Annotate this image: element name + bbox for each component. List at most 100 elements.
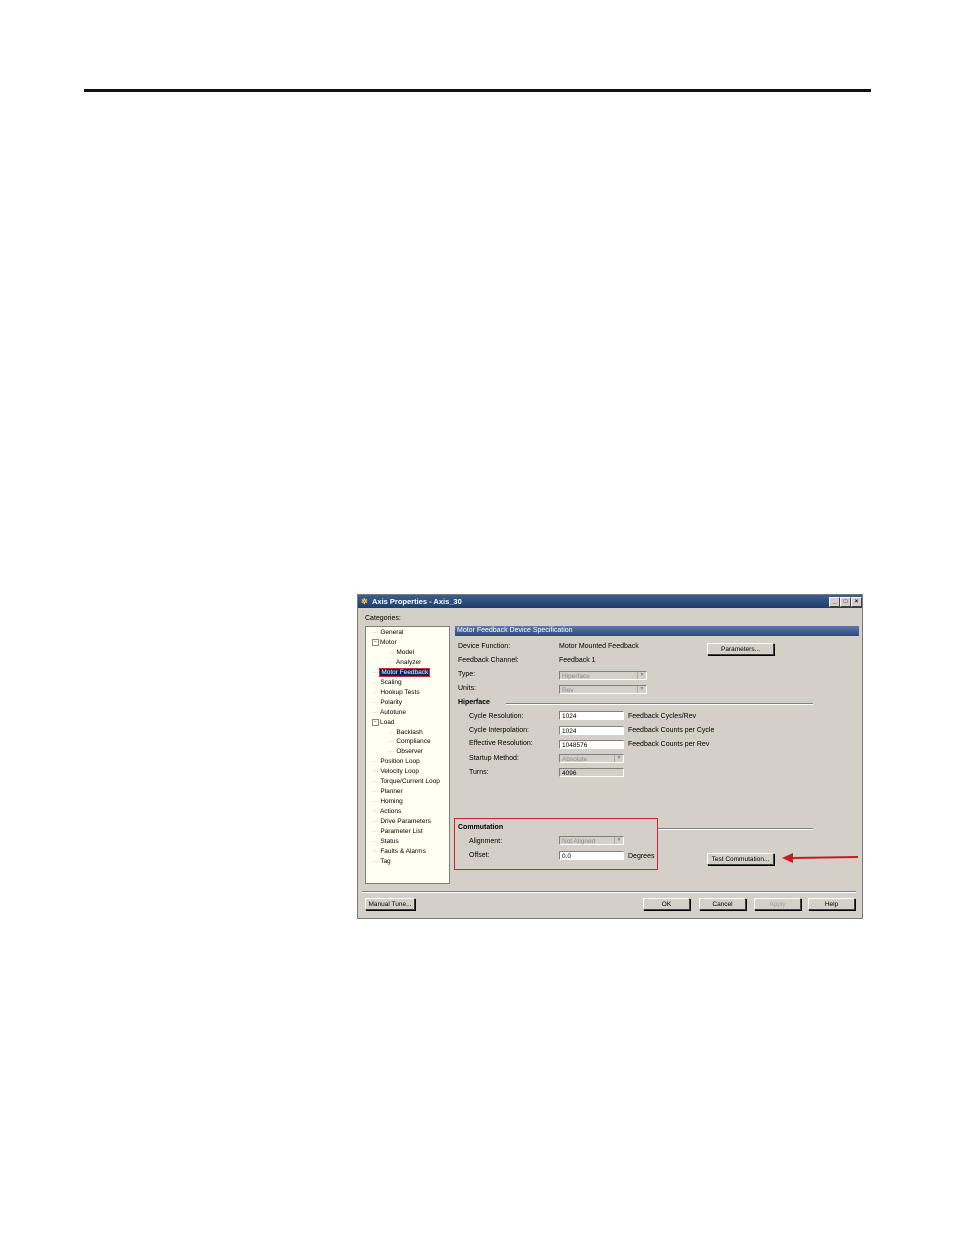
type-label: Type: xyxy=(458,671,476,678)
effective-resolution-field[interactable]: 1048576 xyxy=(559,740,624,749)
tree-item-label: Tag xyxy=(380,857,391,865)
section-divider xyxy=(506,703,813,705)
title-bar[interactable]: ✲ Axis Properties - Axis_30 _ □ × xyxy=(358,595,862,608)
page-header-rule xyxy=(84,89,871,92)
tree-item-label: Homing xyxy=(380,798,403,806)
tree-item-label: Planner xyxy=(380,788,403,796)
tree-connector: ··· xyxy=(372,808,380,816)
device-function-label: Device Function: xyxy=(458,643,511,650)
chevron-down-icon: ▼ xyxy=(614,755,623,762)
effective-resolution-label: Effective Resolution: xyxy=(469,740,533,747)
categories-tree[interactable]: ··· General − Motor ··· Model ··· Analyzer ··… xyxy=(365,626,450,884)
tree-connector: ··· xyxy=(372,708,380,716)
startup-method-label: Startup Method: xyxy=(469,755,519,762)
panel-header: Motor Feedback Device Specification xyxy=(455,626,859,636)
tree-item[interactable]: ··· General xyxy=(372,629,403,637)
tree-item-label: Load xyxy=(380,718,395,726)
tree-item[interactable]: ··· Torque/Current Loop xyxy=(372,778,440,786)
tree-item-label: Position Loop xyxy=(380,758,420,766)
help-button[interactable]: Help xyxy=(808,898,855,910)
tree-item-label: Actions xyxy=(379,808,402,816)
tree-item[interactable]: ··· Drive Parameters xyxy=(372,818,431,826)
parameters-button[interactable]: Parameters... xyxy=(707,643,774,655)
minimize-icon[interactable]: _ xyxy=(829,597,840,607)
tree-item-label: Compliance xyxy=(396,738,431,746)
maximize-icon[interactable]: □ xyxy=(840,597,851,607)
footer-divider xyxy=(362,891,856,893)
tree-item[interactable]: ··· Motor Feedback xyxy=(372,667,431,677)
tree-item[interactable]: − Load xyxy=(372,718,395,727)
tree-item-label: Velocity Loop xyxy=(380,768,419,776)
tree-item[interactable]: ··· Position Loop xyxy=(372,758,420,766)
units-combo[interactable]: Rev ▼ xyxy=(559,685,647,694)
tree-connector: ··· xyxy=(372,778,381,786)
tree-item[interactable]: ··· Faults & Alarms xyxy=(372,848,426,856)
tree-item-label: Status xyxy=(380,837,399,845)
cycle-resolution-label: Cycle Resolution: xyxy=(469,713,524,720)
tree-item[interactable]: ··· Polarity xyxy=(372,699,402,707)
tree-item[interactable]: ··· Status xyxy=(372,838,399,846)
tree-item-label: Drive Parameters xyxy=(380,818,431,826)
chevron-down-icon: ▼ xyxy=(637,686,646,693)
section-divider xyxy=(658,828,813,830)
tree-item[interactable]: ··· Backlash xyxy=(388,729,423,737)
tree-item[interactable]: ··· Parameter List xyxy=(372,828,423,836)
window-title: Axis Properties - Axis_30 xyxy=(372,597,462,606)
tree-item-label: Motor Feedback xyxy=(379,667,431,677)
cycle-interpolation-field[interactable]: 1024 xyxy=(559,726,624,735)
chevron-down-icon: ▼ xyxy=(637,672,646,679)
units-label: Units: xyxy=(458,685,476,692)
tree-item-label: Hookup Tests xyxy=(380,688,420,696)
device-function-value: Motor Mounted Feedback xyxy=(559,643,639,650)
tree-item[interactable]: ··· Model xyxy=(388,649,414,657)
startup-method-value: Absolute xyxy=(562,756,588,763)
tree-item-label: Observer xyxy=(396,748,424,756)
tree-expander-icon[interactable]: − xyxy=(372,718,379,726)
tree-item-label: Analyzer xyxy=(395,658,422,666)
cancel-button[interactable]: Cancel xyxy=(699,898,746,910)
tree-expander-icon[interactable]: − xyxy=(372,638,379,646)
units-value: Rev xyxy=(562,687,574,694)
startup-method-combo[interactable]: Absolute ▼ xyxy=(559,754,624,763)
tree-item[interactable]: ··· Velocity Loop xyxy=(372,768,419,776)
ok-button[interactable]: OK xyxy=(643,898,690,910)
manual-tune-button[interactable]: Manual Tune... xyxy=(365,898,415,910)
tree-item-label: Faults & Alarms xyxy=(380,847,426,855)
turns-field[interactable]: 4096 xyxy=(559,768,624,777)
tree-connector: ··· xyxy=(388,658,396,666)
tree-item-label: Motor xyxy=(380,639,397,647)
tree-item[interactable]: ··· Analyzer xyxy=(388,659,421,667)
tree-item[interactable]: ··· Planner xyxy=(372,788,403,796)
tree-item[interactable]: ··· Tag xyxy=(372,858,391,866)
tree-item[interactable]: ··· Observer xyxy=(388,748,423,756)
type-value: Hiperface xyxy=(562,673,590,680)
tree-item-label: Scaling xyxy=(380,678,402,686)
tree-item-label: General xyxy=(380,629,404,636)
commutation-highlight-box xyxy=(454,818,658,870)
tree-item-label: Autotune xyxy=(379,708,406,716)
feedback-channel-label: Feedback Channel: xyxy=(458,657,519,664)
tree-item-label: Backlash xyxy=(396,728,423,736)
type-combo[interactable]: Hiperface ▼ xyxy=(559,671,647,680)
tree-item[interactable]: ··· Homing xyxy=(372,798,403,806)
categories-label: Categories: xyxy=(365,615,401,622)
hiperface-section-title: Hiperface xyxy=(458,699,490,706)
tree-item[interactable]: ··· Autotune xyxy=(372,709,406,717)
cycle-resolution-field[interactable]: 1024 xyxy=(559,711,624,720)
apply-button[interactable]: Apply xyxy=(754,898,801,910)
feedback-channel-value: Feedback 1 xyxy=(559,657,596,664)
tree-item-label: Torque/Current Loop xyxy=(380,778,440,786)
tree-item-label: Parameter List xyxy=(380,828,423,835)
tree-item[interactable]: − Motor xyxy=(372,638,397,647)
test-commutation-button[interactable]: Test Commutation... xyxy=(707,853,774,865)
tree-item[interactable]: ··· Compliance xyxy=(388,738,431,746)
tree-item[interactable]: ··· Actions xyxy=(372,808,401,816)
tree-item[interactable]: ··· Hookup Tests xyxy=(372,689,420,697)
effective-resolution-unit: Feedback Counts per Rev xyxy=(628,741,710,748)
cycle-interpolation-unit: Feedback Counts per Cycle xyxy=(628,727,715,734)
red-arrow-icon xyxy=(782,853,859,863)
cycle-resolution-unit: Feedback Cycles/Rev xyxy=(628,713,697,720)
tree-item[interactable]: ··· Scaling xyxy=(372,679,402,687)
axis-app-icon: ✲ xyxy=(361,597,368,606)
close-icon[interactable]: × xyxy=(851,597,862,607)
